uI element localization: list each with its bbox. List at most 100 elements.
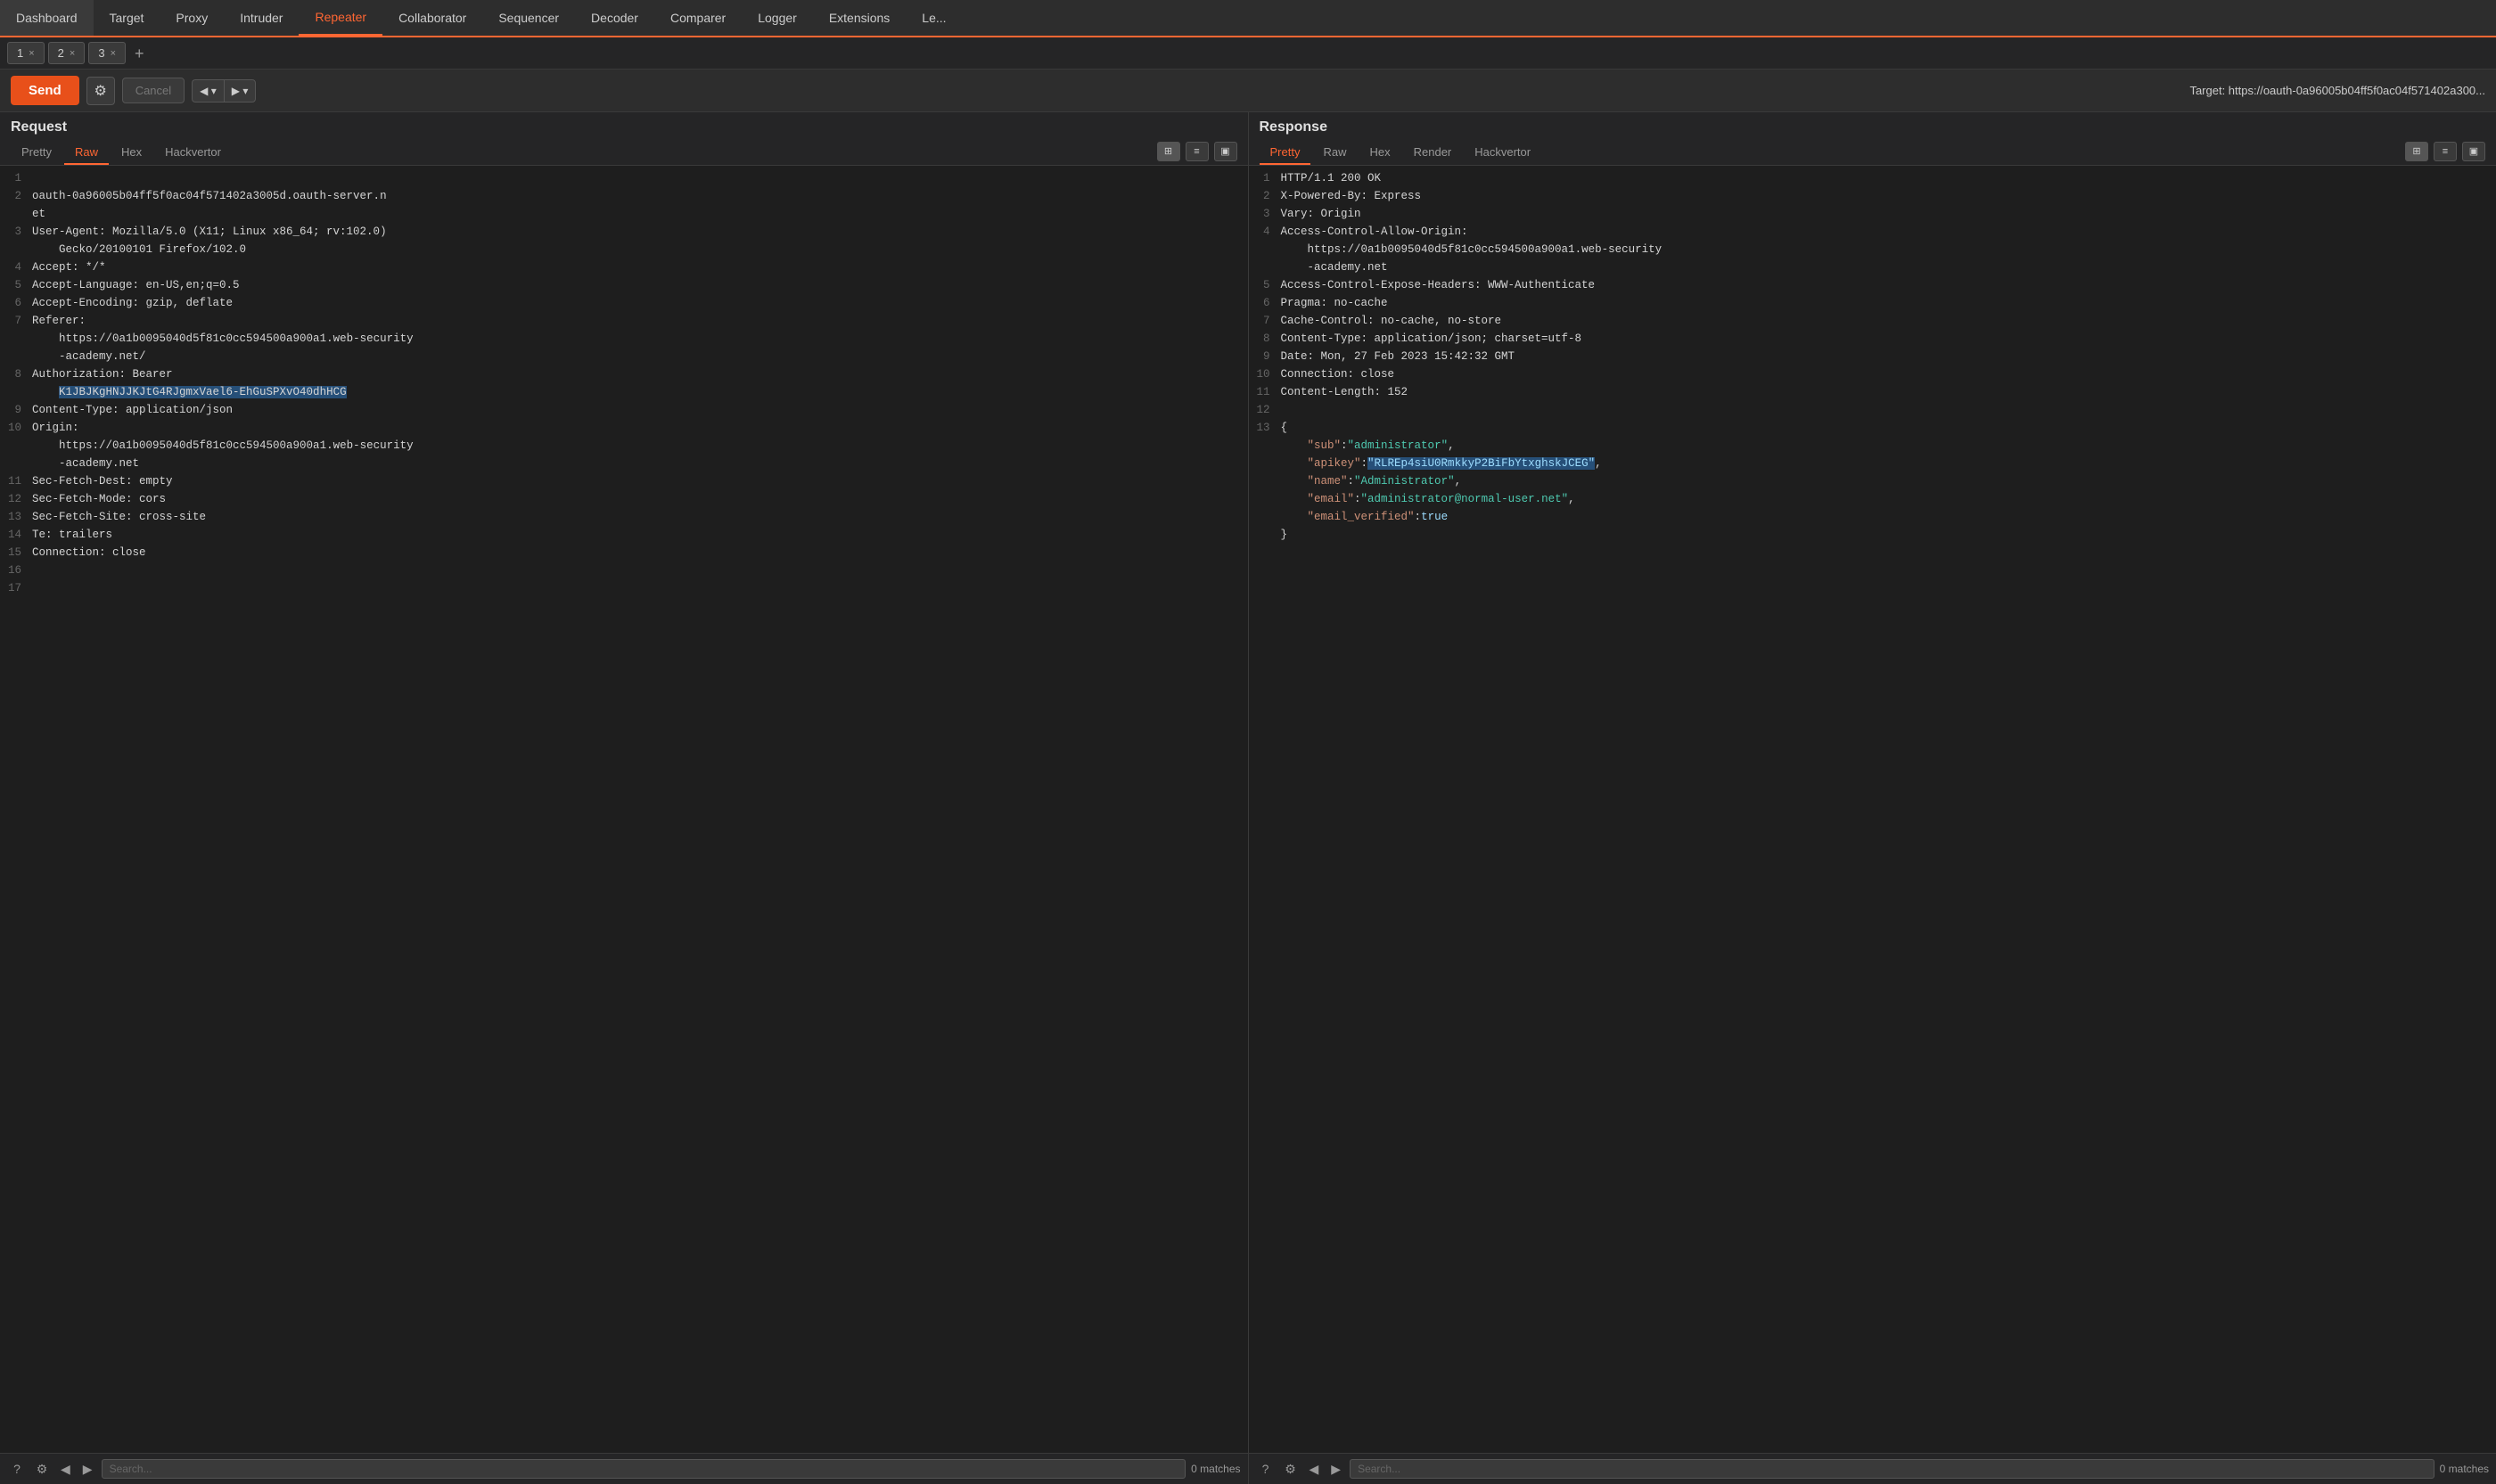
request-bottom-bar: ? ⚙ ◀ ▶ 0 matches <box>0 1453 1248 1484</box>
response-help-icon[interactable]: ? <box>1256 1459 1276 1479</box>
request-help-icon[interactable]: ? <box>7 1459 27 1479</box>
response-line-7: 6 Pragma: no-cache <box>1249 294 2496 312</box>
request-settings-icon[interactable]: ⚙ <box>32 1459 52 1479</box>
tab-3-close[interactable]: × <box>111 48 116 59</box>
response-line-19: "email_verified":true <box>1249 508 2496 526</box>
response-tab-pretty[interactable]: Pretty <box>1260 141 1311 165</box>
response-tab-hex[interactable]: Hex <box>1359 141 1400 165</box>
response-tab-hackvertor[interactable]: Hackvertor <box>1464 141 1541 165</box>
response-line-9: 8 Content-Type: application/json; charse… <box>1249 330 2496 348</box>
request-line-1: 1 <box>0 169 1248 187</box>
response-bottom-bar: ? ⚙ ◀ ▶ 0 matches <box>1249 1453 2496 1484</box>
request-search-section: ? ⚙ ◀ ▶ 0 matches <box>0 1454 1248 1484</box>
request-search-next[interactable]: ▶ <box>79 1460 96 1479</box>
response-line-13: 12 <box>1249 401 2496 419</box>
response-view-icon-1[interactable]: ⊞ <box>2405 142 2428 161</box>
nav-learn[interactable]: Le... <box>906 0 962 36</box>
response-tab-render[interactable]: Render <box>1403 141 1463 165</box>
response-line-1: 1 HTTP/1.1 200 OK <box>1249 169 2496 187</box>
nav-button-group: ◀ ▾ ▶ ▾ <box>192 79 256 102</box>
request-line-2: 2 oauth-0a96005b04ff5f0ac04f571402a3005d… <box>0 187 1248 223</box>
response-tab-row: Pretty Raw Hex Render Hackvertor ⊞ ≡ ▣ <box>1260 141 2486 165</box>
repeater-tab-2[interactable]: 2 × <box>48 42 86 64</box>
response-matches-label: 0 matches <box>2440 1463 2489 1475</box>
nav-sequencer[interactable]: Sequencer <box>482 0 575 36</box>
request-line-14: 11 Sec-Fetch-Dest: empty <box>0 472 1248 490</box>
request-line-6: 6 Accept-Encoding: gzip, deflate <box>0 294 1248 312</box>
response-line-2: 2 X-Powered-By: Express <box>1249 187 2496 205</box>
nav-comparer[interactable]: Comparer <box>654 0 742 36</box>
cancel-button[interactable]: Cancel <box>122 78 185 103</box>
request-view-icon-1[interactable]: ⊞ <box>1157 142 1180 161</box>
add-tab-button[interactable]: + <box>129 45 150 61</box>
request-tab-pretty[interactable]: Pretty <box>11 141 62 165</box>
response-line-11: 10 Connection: close <box>1249 365 2496 383</box>
response-view-icon-3[interactable]: ▣ <box>2462 142 2485 161</box>
response-line-18: "email":"administrator@normal-user.net", <box>1249 490 2496 508</box>
response-view-icon-2[interactable]: ≡ <box>2434 142 2457 161</box>
request-tab-hackvertor[interactable]: Hackvertor <box>154 141 232 165</box>
nav-logger[interactable]: Logger <box>742 0 813 36</box>
nav-target[interactable]: Target <box>94 0 160 36</box>
request-view-icon-2[interactable]: ≡ <box>1186 142 1209 161</box>
request-line-16: 13 Sec-Fetch-Site: cross-site <box>0 508 1248 526</box>
tab-3-label: 3 <box>98 46 104 60</box>
request-tab-raw[interactable]: Raw <box>64 141 109 165</box>
request-line-9: 8 Authorization: Bearer <box>0 365 1248 383</box>
request-tab-row: Pretty Raw Hex Hackvertor ⊞ ≡ ▣ <box>11 141 1237 165</box>
request-line-15: 12 Sec-Fetch-Mode: cors <box>0 490 1248 508</box>
response-line-14: 13 { <box>1249 419 2496 437</box>
request-line-10: K1JBJKgHNJJKJtG4RJgmxVael6-EhGuSPXvO40dh… <box>0 383 1248 401</box>
request-search-prev[interactable]: ◀ <box>57 1460 74 1479</box>
response-search-next[interactable]: ▶ <box>1327 1460 1344 1479</box>
request-line-19: 16 <box>0 562 1248 579</box>
response-line-15: "sub":"administrator", <box>1249 437 2496 455</box>
response-line-4: 4 Access-Control-Allow-Origin: <box>1249 223 2496 241</box>
request-view-icon-3[interactable]: ▣ <box>1214 142 1237 161</box>
response-line-8: 7 Cache-Control: no-cache, no-store <box>1249 312 2496 330</box>
nav-collaborator[interactable]: Collaborator <box>382 0 482 36</box>
response-settings-icon[interactable]: ⚙ <box>1281 1459 1301 1479</box>
nav-repeater[interactable]: Repeater <box>299 0 382 36</box>
request-line-3: 3 User-Agent: Mozilla/5.0 (X11; Linux x8… <box>0 223 1248 258</box>
request-line-11: 9 Content-Type: application/json <box>0 401 1248 419</box>
response-line-5: https://0a1b0095040d5f81c0cc594500a900a1… <box>1249 241 2496 276</box>
nav-decoder[interactable]: Decoder <box>575 0 654 36</box>
send-button[interactable]: Send <box>11 76 79 105</box>
request-search-input[interactable] <box>102 1459 1186 1479</box>
request-panel-header: Request Pretty Raw Hex Hackvertor ⊞ ≡ ▣ <box>0 112 1248 166</box>
nav-extensions[interactable]: Extensions <box>813 0 906 36</box>
response-title: Response <box>1260 119 2486 135</box>
nav-bar: Dashboard Target Proxy Intruder Repeater… <box>0 0 2496 37</box>
request-tab-icons: ⊞ ≡ ▣ <box>1157 142 1237 165</box>
next-button[interactable]: ▶ ▾ <box>224 79 257 102</box>
response-line-20: } <box>1249 526 2496 544</box>
repeater-tab-3[interactable]: 3 × <box>88 42 126 64</box>
apikey-value-selected: "RLREp4siU0RmkkyP2BiFbYtxghskJCEG" <box>1367 457 1595 470</box>
tab-2-label: 2 <box>58 46 64 60</box>
response-search-input[interactable] <box>1350 1459 2434 1479</box>
response-search-prev[interactable]: ◀ <box>1306 1460 1323 1479</box>
settings-icon-button[interactable]: ⚙ <box>86 77 115 105</box>
response-line-16: "apikey":"RLREp4siU0RmkkyP2BiFbYtxghskJC… <box>1249 455 2496 472</box>
target-label: Target: https://oauth-0a96005b04ff5f0ac0… <box>2189 84 2485 97</box>
request-line-7: 7 Referer: <box>0 312 1248 330</box>
nav-proxy[interactable]: Proxy <box>160 0 224 36</box>
tab-2-close[interactable]: × <box>70 48 75 59</box>
response-line-10: 9 Date: Mon, 27 Feb 2023 15:42:32 GMT <box>1249 348 2496 365</box>
toolbar: Send ⚙ Cancel ◀ ▾ ▶ ▾ Target: https://oa… <box>0 70 2496 112</box>
request-matches-label: 0 matches <box>1191 1463 1240 1475</box>
nav-intruder[interactable]: Intruder <box>224 0 299 36</box>
request-tab-hex[interactable]: Hex <box>111 141 152 165</box>
request-code-area[interactable]: 1 2 oauth-0a96005b04ff5f0ac04f571402a300… <box>0 166 1248 1453</box>
prev-button[interactable]: ◀ ▾ <box>192 79 224 102</box>
request-line-13: https://0a1b0095040d5f81c0cc594500a900a1… <box>0 437 1248 472</box>
response-tab-raw[interactable]: Raw <box>1312 141 1357 165</box>
request-panel: Request Pretty Raw Hex Hackvertor ⊞ ≡ ▣ … <box>0 112 1249 1484</box>
main-area: Request Pretty Raw Hex Hackvertor ⊞ ≡ ▣ … <box>0 112 2496 1484</box>
repeater-tab-1[interactable]: 1 × <box>7 42 45 64</box>
response-code-area[interactable]: 1 HTTP/1.1 200 OK 2 X-Powered-By: Expres… <box>1249 166 2496 1453</box>
tab-1-close[interactable]: × <box>29 48 34 59</box>
nav-dashboard[interactable]: Dashboard <box>0 0 94 36</box>
tab-1-label: 1 <box>17 46 23 60</box>
